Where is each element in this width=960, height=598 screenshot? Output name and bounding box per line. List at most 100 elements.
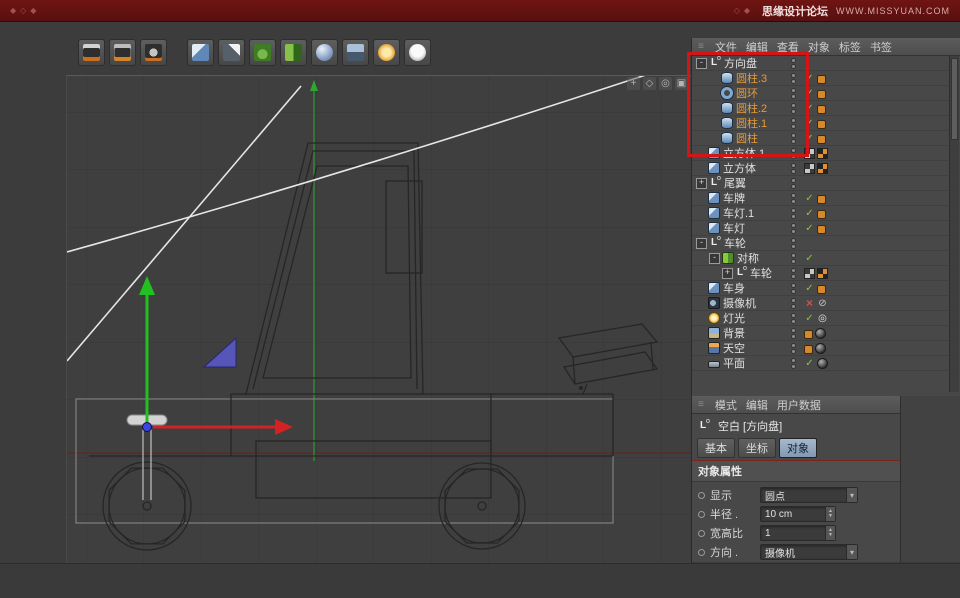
layer-tag-icon[interactable] bbox=[817, 210, 826, 219]
spinner-arrows[interactable]: ▲▼ bbox=[825, 526, 835, 540]
panel-grip-icon[interactable]: ≡ bbox=[698, 399, 704, 410]
keyframe-dot-icon[interactable] bbox=[698, 549, 705, 556]
texture-tag-icon[interactable] bbox=[817, 163, 828, 174]
object-row[interactable]: -对称✓ bbox=[692, 251, 960, 266]
chevron-down-icon[interactable]: ▾ bbox=[846, 488, 857, 502]
texture-tag-icon[interactable] bbox=[817, 268, 828, 279]
layer-tag-icon[interactable] bbox=[817, 195, 826, 204]
material-tag-icon[interactable] bbox=[817, 358, 828, 369]
camera-icon[interactable] bbox=[342, 39, 369, 66]
viewport-zoom-icon[interactable]: ◎ bbox=[659, 77, 672, 90]
light-icon[interactable] bbox=[373, 39, 400, 66]
object-name[interactable]: 车灯.1 bbox=[723, 205, 754, 221]
layer-tag-icon[interactable] bbox=[817, 75, 826, 84]
texture-tag-icon[interactable] bbox=[804, 163, 815, 174]
visibility-dots[interactable] bbox=[791, 253, 796, 264]
enabled-check-icon[interactable]: ✓ bbox=[804, 103, 815, 114]
om-scrollbar-thumb[interactable] bbox=[951, 58, 958, 140]
visibility-dots[interactable] bbox=[791, 313, 796, 324]
visibility-dots[interactable] bbox=[791, 343, 796, 354]
om-menu-item[interactable]: 编辑 bbox=[746, 39, 768, 55]
object-row[interactable]: 立方体 bbox=[692, 161, 960, 176]
enabled-check-icon[interactable]: ✓ bbox=[804, 88, 815, 99]
visibility-dots[interactable] bbox=[791, 88, 796, 99]
object-name[interactable]: 灯光 bbox=[723, 310, 745, 326]
object-row[interactable]: 圆柱.3 ✓ bbox=[692, 71, 960, 86]
material-tag-icon[interactable] bbox=[815, 343, 826, 354]
object-row[interactable]: + 尾翼 bbox=[692, 176, 960, 191]
object-name[interactable]: 圆柱 bbox=[736, 130, 758, 146]
object-name[interactable]: 圆柱.2 bbox=[736, 100, 767, 116]
enabled-check-icon[interactable]: ✓ bbox=[804, 73, 815, 84]
object-name[interactable]: 摄像机 bbox=[723, 295, 756, 311]
object-name[interactable]: 车牌 bbox=[723, 190, 745, 206]
visibility-dots[interactable] bbox=[791, 298, 796, 309]
texture-tag-icon[interactable] bbox=[817, 148, 828, 159]
object-row[interactable]: 车牌 ✓ bbox=[692, 191, 960, 206]
object-row[interactable]: 圆柱.2 ✓ bbox=[692, 101, 960, 116]
keyframe-dot-icon[interactable] bbox=[698, 511, 705, 518]
visibility-dots[interactable] bbox=[791, 58, 796, 69]
om-menu-item[interactable]: 对象 bbox=[808, 39, 830, 55]
om-menu-item[interactable]: 查看 bbox=[777, 39, 799, 55]
keyframe-dot-icon[interactable] bbox=[698, 492, 705, 499]
property-input[interactable]: 10 cm▲▼ bbox=[760, 506, 836, 522]
enabled-check-icon[interactable]: ✓ bbox=[804, 223, 815, 234]
object-row[interactable]: 车灯 ✓ bbox=[692, 221, 960, 236]
collapse-icon[interactable]: - bbox=[696, 238, 707, 249]
visibility-dots[interactable] bbox=[791, 283, 796, 294]
enabled-check-icon[interactable]: ✓ bbox=[804, 118, 815, 129]
layer-tag-icon[interactable] bbox=[817, 120, 826, 129]
object-name[interactable]: 对称 bbox=[737, 250, 759, 266]
object-name[interactable]: 圆柱.1 bbox=[736, 115, 767, 131]
keyframe-dot-icon[interactable] bbox=[698, 530, 705, 537]
visibility-dots[interactable] bbox=[791, 268, 796, 279]
enabled-check-icon[interactable]: ✓ bbox=[804, 313, 815, 324]
layer-tag-icon[interactable] bbox=[817, 90, 826, 99]
object-row[interactable]: 立方体.1 bbox=[692, 146, 960, 161]
object-row[interactable]: 车身✓ bbox=[692, 281, 960, 296]
object-row[interactable]: 圆环 ✓ bbox=[692, 86, 960, 101]
object-row[interactable]: 圆柱 ✓ bbox=[692, 131, 960, 146]
object-name[interactable]: 车轮 bbox=[750, 265, 772, 281]
attr-tab-0[interactable]: 基本 bbox=[697, 438, 735, 458]
object-row[interactable]: 平面 ✓ bbox=[692, 356, 960, 371]
object-name[interactable]: 方向盘 bbox=[724, 55, 757, 71]
render-view-icon[interactable] bbox=[78, 39, 105, 66]
enabled-check-icon[interactable]: ✓ bbox=[804, 208, 815, 219]
visibility-dots[interactable] bbox=[791, 358, 796, 369]
visibility-dots[interactable] bbox=[791, 328, 796, 339]
om-scrollbar[interactable] bbox=[949, 56, 959, 392]
viewport[interactable]: +◇◎▣ bbox=[66, 75, 692, 564]
visibility-dots[interactable] bbox=[791, 73, 796, 84]
layer-tag-icon[interactable] bbox=[804, 345, 813, 354]
layer-tag-icon[interactable] bbox=[817, 285, 826, 294]
texture-tag-icon[interactable] bbox=[804, 148, 815, 159]
texture-tag-icon[interactable] bbox=[804, 268, 815, 279]
object-name[interactable]: 圆柱.3 bbox=[736, 70, 767, 86]
render-off-icon[interactable]: ⊘ bbox=[817, 298, 828, 309]
target-tag-icon[interactable]: ◎ bbox=[817, 313, 828, 324]
object-name[interactable]: 圆环 bbox=[736, 85, 758, 101]
object-name[interactable]: 平面 bbox=[723, 355, 745, 371]
attr-tab-1[interactable]: 坐标 bbox=[738, 438, 776, 458]
expand-icon[interactable]: + bbox=[696, 178, 707, 189]
bulb-icon[interactable] bbox=[404, 39, 431, 66]
enabled-check-icon[interactable]: ✓ bbox=[804, 193, 815, 204]
object-name[interactable]: 尾翼 bbox=[724, 175, 746, 191]
layer-tag-icon[interactable] bbox=[817, 135, 826, 144]
visibility-dots[interactable] bbox=[791, 133, 796, 144]
visibility-dots[interactable] bbox=[791, 208, 796, 219]
collapse-icon[interactable]: - bbox=[696, 58, 707, 69]
viewport-move-icon[interactable]: + bbox=[627, 77, 640, 90]
panel-grip-icon[interactable]: ≡ bbox=[698, 41, 704, 52]
enabled-check-icon[interactable]: ✓ bbox=[804, 358, 815, 369]
visibility-dots[interactable] bbox=[791, 163, 796, 174]
origin-point[interactable] bbox=[143, 423, 152, 432]
cube-icon[interactable] bbox=[187, 39, 214, 66]
enabled-check-icon[interactable]: ✓ bbox=[804, 133, 815, 144]
object-row[interactable]: - 方向盘 bbox=[692, 56, 960, 71]
object-name[interactable]: 车灯 bbox=[723, 220, 745, 236]
disabled-cross-icon[interactable]: × bbox=[804, 298, 815, 309]
property-dropdown[interactable]: 圆点▾ bbox=[760, 487, 858, 503]
